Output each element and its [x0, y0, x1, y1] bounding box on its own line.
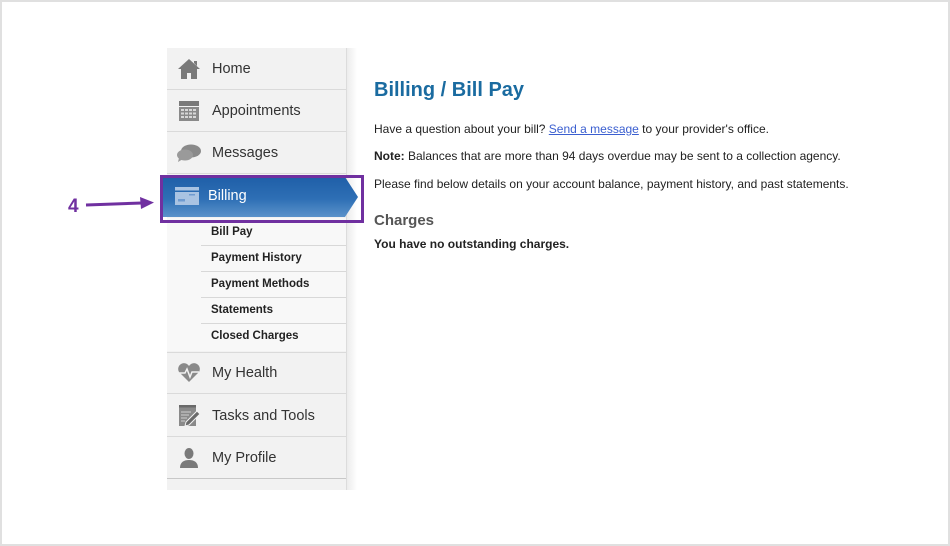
sidebar-item-label: Appointments — [212, 102, 301, 119]
annotation-arrow-icon — [85, 197, 154, 209]
annotation-highlight-box — [160, 175, 364, 223]
calendar-icon — [176, 99, 202, 123]
sidebar-item-label: Tasks and Tools — [212, 407, 315, 424]
note-label: Note: — [374, 149, 405, 163]
sidebar-item-label: My Profile — [212, 449, 277, 466]
sidebar-item-appointments[interactable]: Appointments — [167, 90, 346, 132]
question-suffix: to your provider's office. — [638, 122, 769, 136]
sidebar-item-home[interactable]: Home — [167, 48, 346, 90]
sidebar-item-my-profile[interactable]: My Profile — [167, 437, 346, 479]
notepad-pencil-icon — [176, 404, 202, 428]
submenu-item-payment-methods[interactable]: Payment Methods — [201, 272, 346, 298]
no-charges-text: You have no outstanding charges. — [374, 237, 570, 251]
submenu-item-closed-charges[interactable]: Closed Charges — [201, 324, 346, 349]
note-body: Balances that are more than 94 days over… — [404, 149, 841, 163]
question-text: Have a question about your bill? Send a … — [374, 122, 769, 136]
chat-bubbles-icon — [176, 141, 202, 165]
sidebar-nav: Home Appointments Messages Billing Bill … — [162, 48, 358, 490]
sidebar-item-label: Messages — [212, 144, 279, 161]
submenu-item-statements[interactable]: Statements — [201, 298, 346, 324]
question-prefix: Have a question about your bill? — [374, 122, 549, 136]
sidebar-item-label: Home — [212, 60, 251, 77]
page-title: Billing / Bill Pay — [374, 79, 525, 101]
sidebar-item-messages[interactable]: Messages — [167, 132, 346, 174]
submenu-item-payment-history[interactable]: Payment History — [201, 246, 346, 272]
sidebar-shadow — [347, 48, 357, 490]
note-text: Note: Balances that are more than 94 day… — [374, 149, 841, 163]
heart-pulse-icon — [176, 361, 202, 385]
annotation-step-number: 4 — [68, 196, 79, 217]
user-icon — [176, 446, 202, 470]
submenu-item-bill-pay[interactable]: Bill Pay — [201, 220, 346, 246]
billing-submenu: Bill Pay Payment History Payment Methods… — [167, 218, 346, 351]
charges-heading: Charges — [374, 212, 435, 229]
send-message-link[interactable]: Send a message — [549, 122, 639, 136]
home-icon — [176, 57, 202, 81]
sidebar-item-my-health[interactable]: My Health — [167, 352, 346, 394]
sidebar-item-tasks-and-tools[interactable]: Tasks and Tools — [167, 395, 346, 437]
sidebar-item-label: My Health — [212, 365, 278, 381]
details-text: Please find below details on your accoun… — [374, 177, 849, 191]
